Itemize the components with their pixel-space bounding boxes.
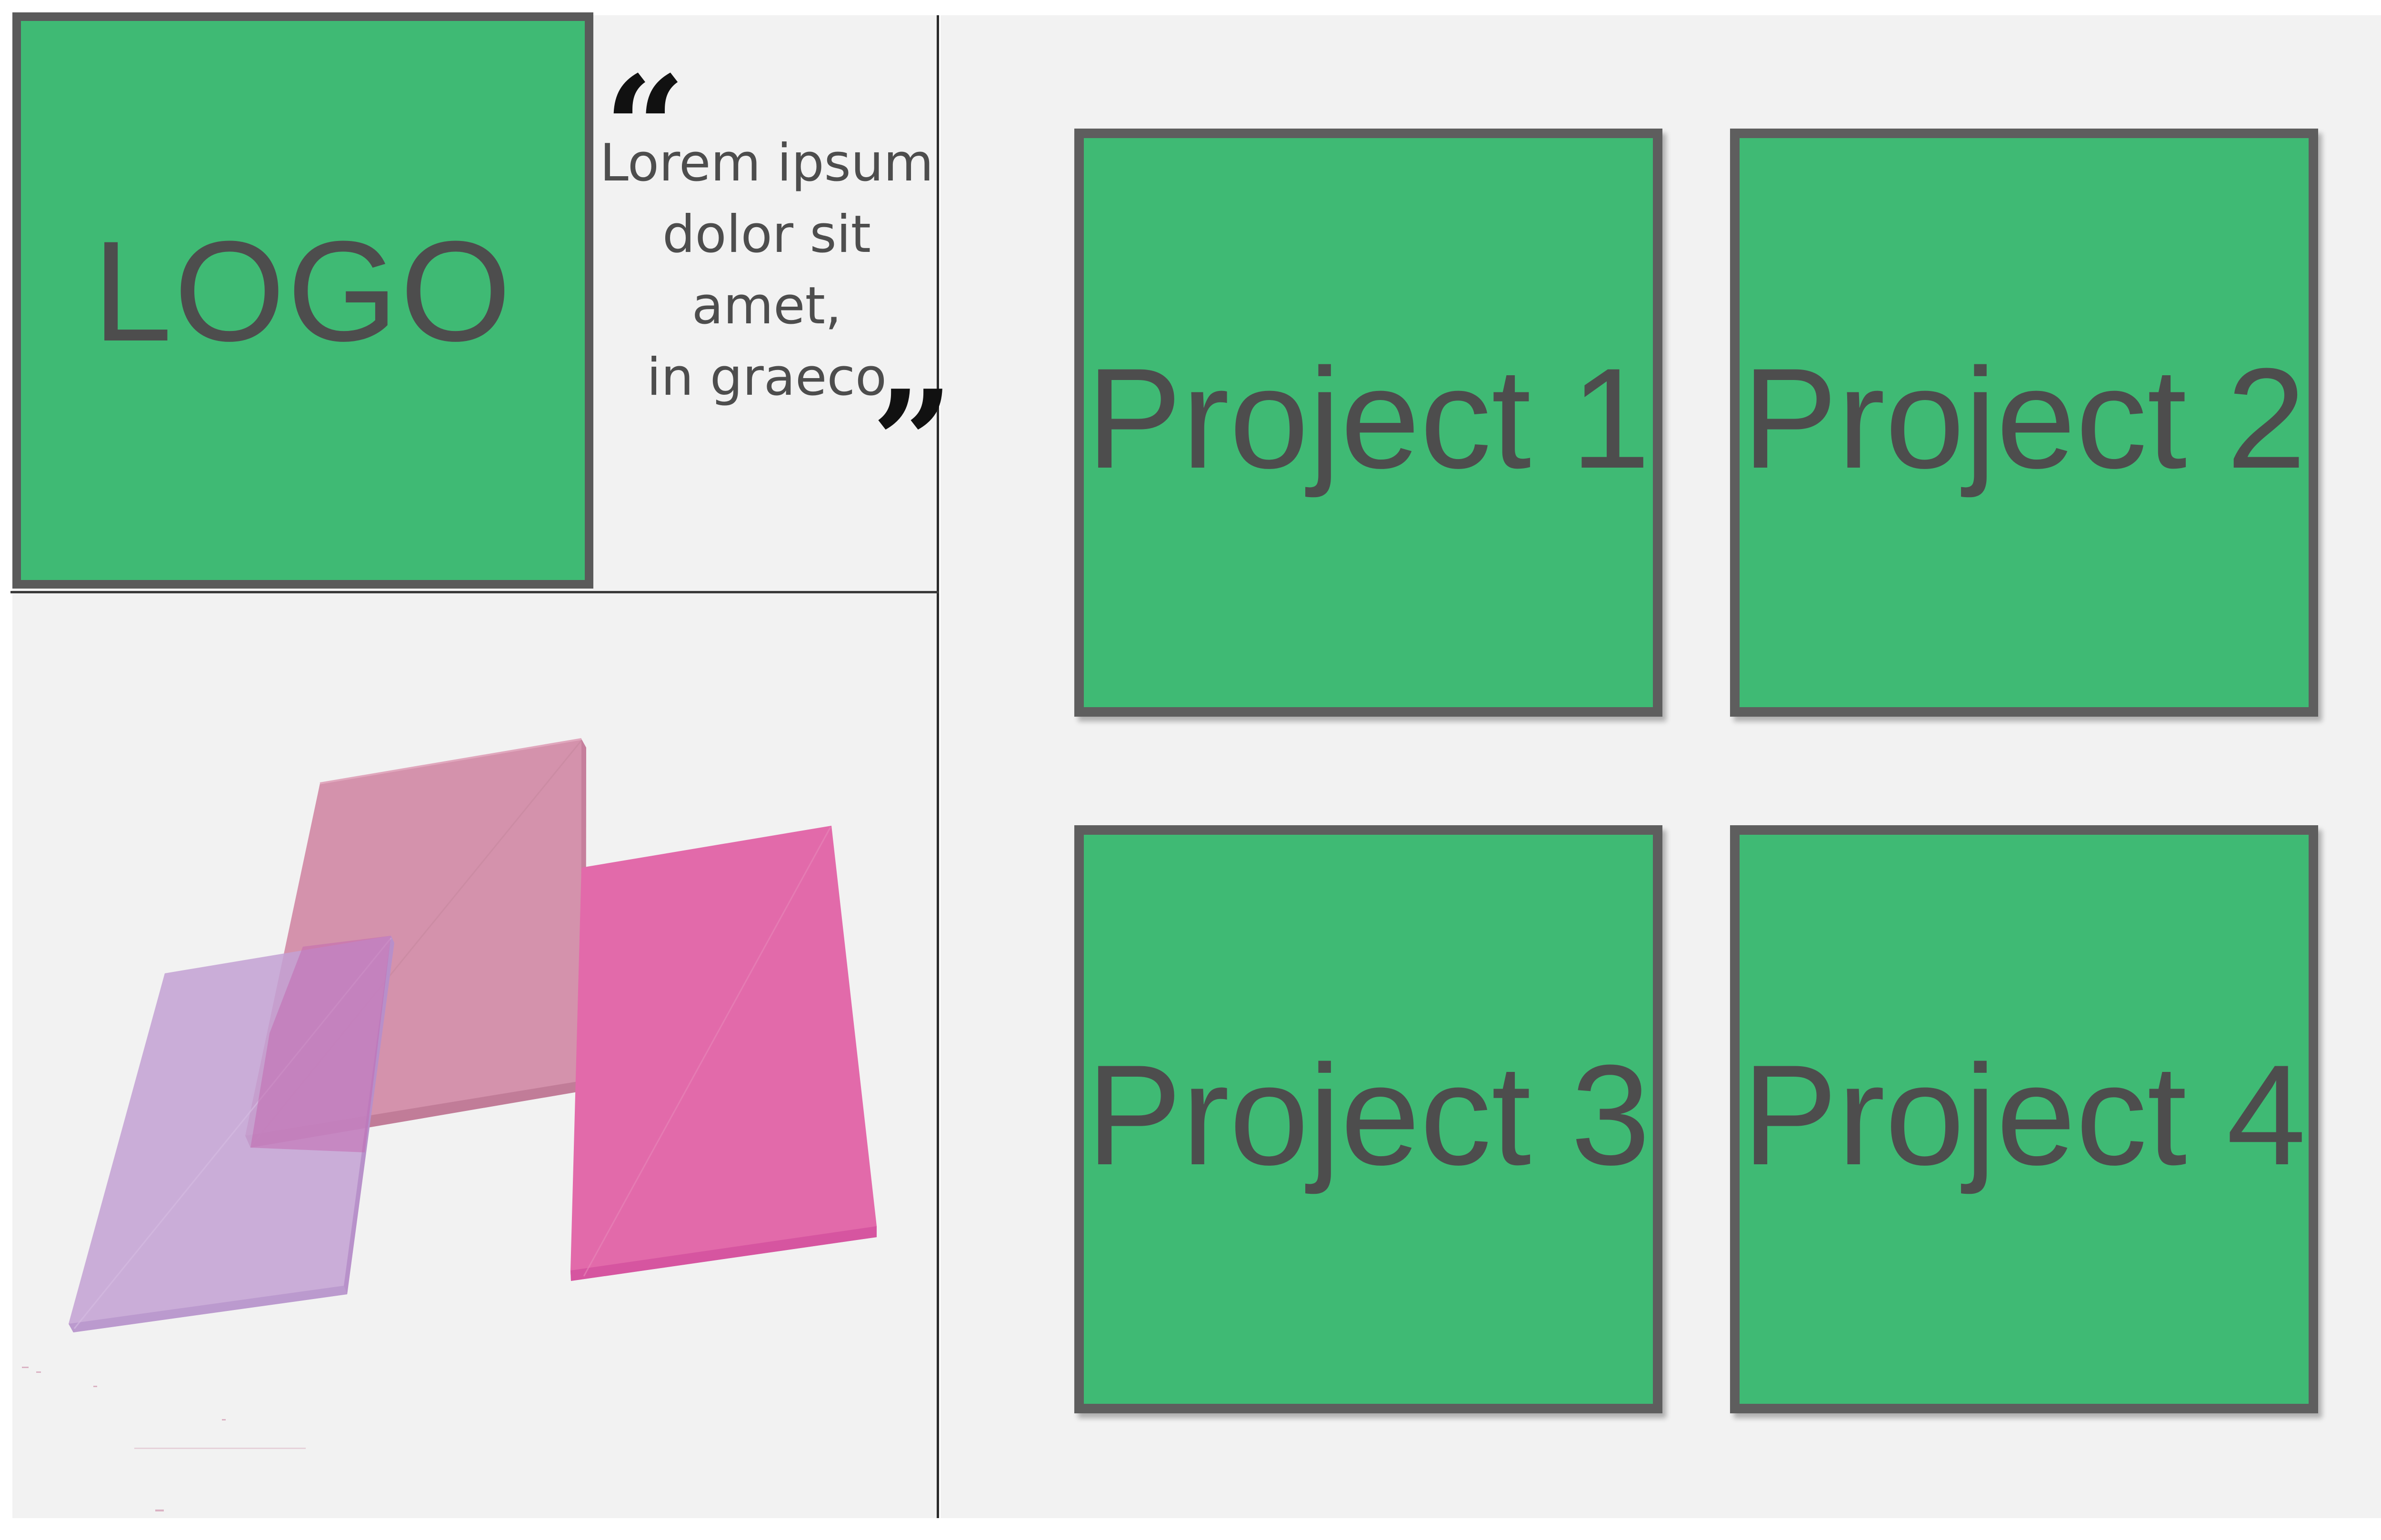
logo-text: LOGO [92, 211, 513, 371]
quote-line: Lorem ipsum [600, 133, 934, 193]
project-3-tile[interactable]: Project 3 [1074, 825, 1662, 1413]
project-1-label: Project 1 [1086, 338, 1651, 498]
horizontal-divider [10, 591, 939, 593]
project-4-label: Project 4 [1742, 1034, 2306, 1195]
decorative-shapes [22, 738, 877, 1511]
project-2-tile[interactable]: Project 2 [1730, 129, 2318, 717]
project-3-label: Project 3 [1086, 1034, 1651, 1195]
specks-shape [22, 1367, 306, 1511]
quote-close-mark-icon: ” [871, 371, 954, 467]
quote-text: Lorem ipsum dolor sit amet, in graeco [595, 128, 938, 413]
quote-line: amet, [691, 276, 842, 336]
project-4-tile[interactable]: Project 4 [1730, 825, 2318, 1413]
project-1-tile[interactable]: Project 1 [1074, 129, 1662, 717]
project-2-label: Project 2 [1742, 338, 2306, 498]
quote-line: dolor sit [662, 205, 871, 264]
magenta-panel-shape [570, 826, 877, 1281]
logo[interactable]: LOGO [12, 12, 593, 589]
